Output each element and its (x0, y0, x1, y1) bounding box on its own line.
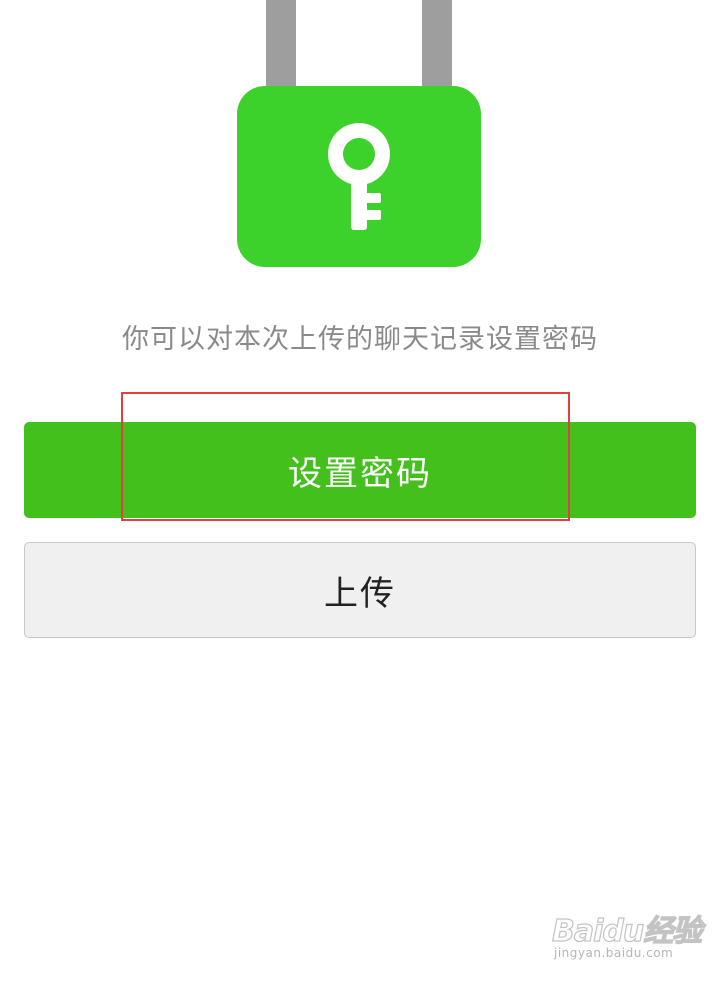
set-password-label: 设置密码 (288, 453, 432, 494)
set-password-button[interactable]: 设置密码 (24, 422, 696, 518)
upload-label: 上传 (324, 573, 396, 614)
upload-button[interactable]: 上传 (24, 542, 696, 638)
watermark-logo: Baidu经验 (551, 913, 702, 949)
lock-shackle (266, 0, 452, 90)
watermark-url: jingyan.baidu.com (554, 946, 674, 960)
baidu-jingyan-watermark: Baidu经验 jingyan.baidu.com (548, 898, 708, 968)
lock-icon (237, 0, 481, 267)
description-text: 你可以对本次上传的聊天记录设置密码 (122, 324, 598, 355)
lock-illustration (236, 0, 482, 270)
